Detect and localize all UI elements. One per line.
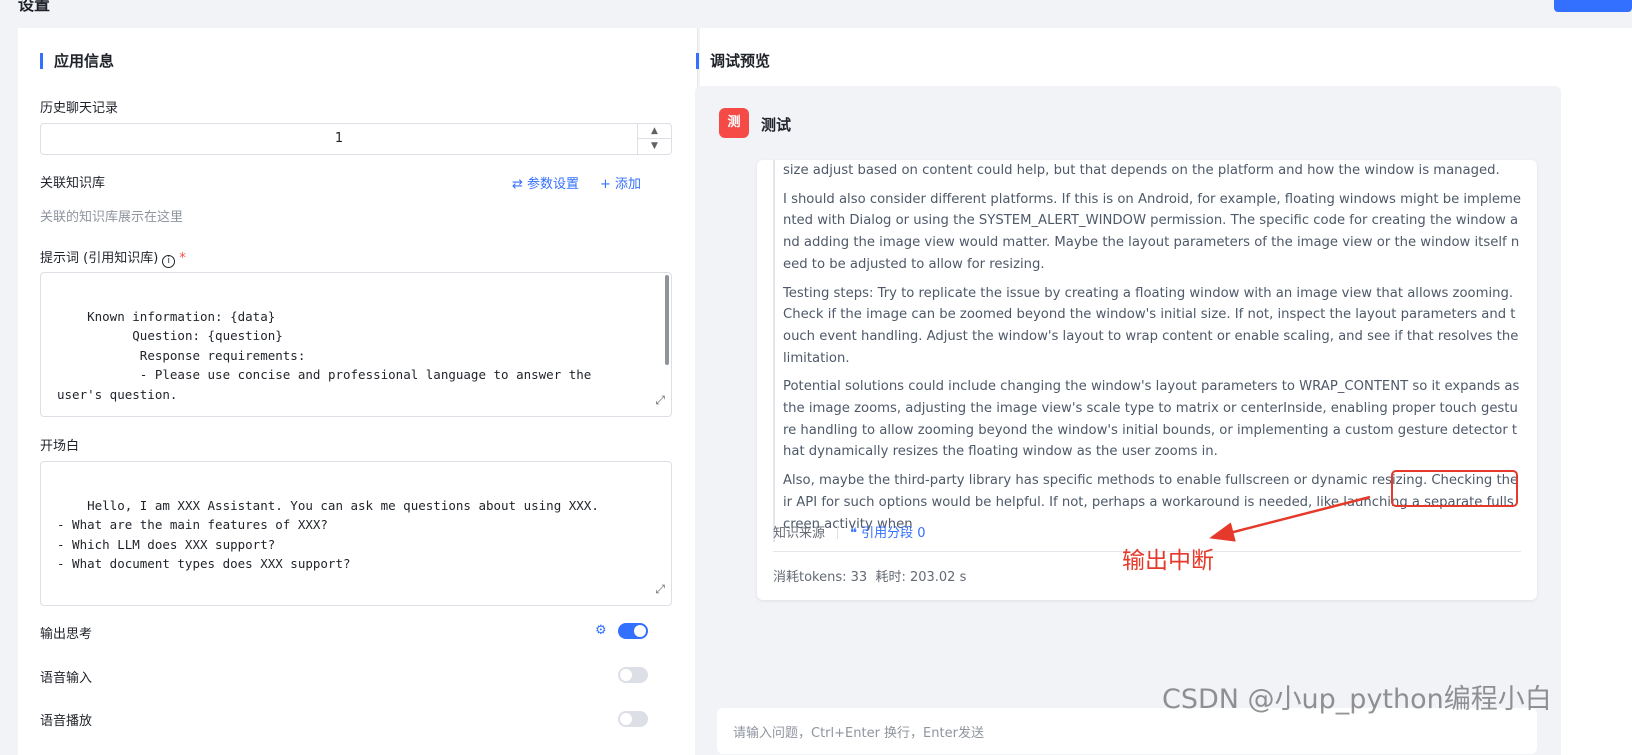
watermark: CSDN @小up_python编程小白	[1162, 684, 1552, 715]
annotation-arrow-icon	[1209, 495, 1371, 542]
annotation-text: 输出中断	[1122, 548, 1214, 574]
